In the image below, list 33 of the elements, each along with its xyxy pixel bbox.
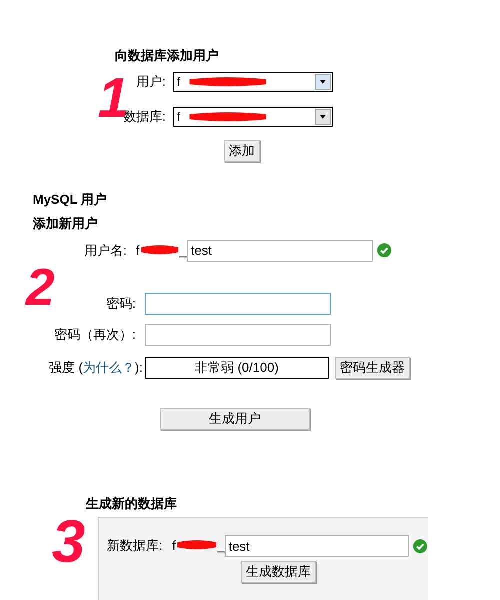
username-prefix-separator: _ <box>180 242 187 260</box>
field-label: ): <box>135 358 143 377</box>
dropdown-value: f <box>177 108 180 126</box>
field-label: 密码: <box>105 294 137 313</box>
section-title: MySQL 用户 <box>33 190 108 209</box>
add-button[interactable]: 添加 <box>224 140 260 162</box>
section-title: 生成新的数据库 <box>86 494 178 512</box>
handwritten-number: 3 <box>52 512 86 572</box>
database-name-field[interactable]: test <box>224 535 410 557</box>
dropdown-field[interactable]: f <box>173 72 333 92</box>
why-link[interactable]: 为什么？ <box>83 358 136 378</box>
username-field[interactable]: test <box>187 240 373 262</box>
database-prefix-separator: _ <box>218 537 225 556</box>
username-prefix: f <box>136 242 140 260</box>
handwritten-number: 2 <box>26 262 55 314</box>
password-field[interactable] <box>145 292 331 314</box>
dropdown-field[interactable]: f <box>173 106 333 126</box>
field-label: 密码（再次）: <box>53 326 137 344</box>
field-label: 强度 ( <box>49 358 84 377</box>
section-subtitle: 添加新用户 <box>33 215 99 233</box>
dropdown-value: f <box>177 74 180 90</box>
create-user-button[interactable]: 生成用户 <box>160 408 310 430</box>
field-label: 新数据库: <box>107 537 164 556</box>
field-label: 用户名: <box>83 242 128 260</box>
password-generator-button[interactable]: 密码生成器 <box>335 356 410 378</box>
database-prefix: f <box>172 537 176 556</box>
redaction-mark <box>176 540 218 550</box>
password-confirm-field[interactable] <box>145 324 331 346</box>
redaction-mark <box>140 244 180 255</box>
field-label: 用户: <box>135 72 167 91</box>
section-title: 向数据库添加用户 <box>115 47 220 65</box>
strength-meter: 非常弱 (0/100) <box>145 356 329 378</box>
create-database-button[interactable]: 生成数据库 <box>241 561 316 583</box>
